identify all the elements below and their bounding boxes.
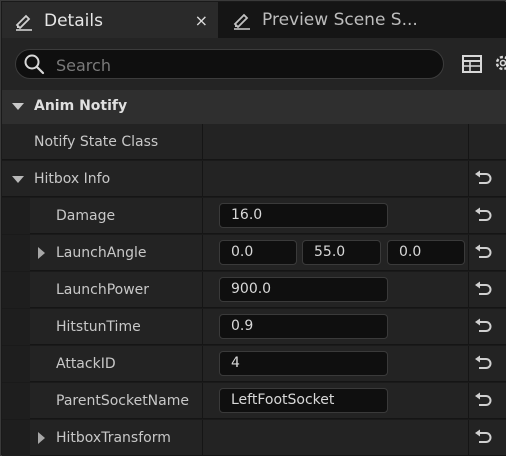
property-label: ParentSocketName [56,393,189,409]
field-value: 0.0 [231,244,254,260]
tab-preview-label: Preview Scene S... [262,10,418,30]
column-divider [468,420,469,456]
property-row-attack-id: AttackID 4 [2,346,506,382]
field-value: 0.0 [399,244,422,260]
column-divider [468,235,469,271]
indent-gutter [2,198,30,234]
reset-to-default-icon[interactable] [473,170,493,188]
reset-to-default-icon[interactable] [473,281,493,299]
category-anim-notify[interactable]: Anim Notify [2,90,506,124]
column-divider [202,420,203,456]
collapse-arrow-icon[interactable] [12,103,24,110]
field-value: 4 [231,355,240,371]
property-grid: Notify State Class Hitbox Info Damage 16… [2,124,506,456]
field-value: 55.0 [314,244,346,260]
indent-gutter [2,235,30,271]
collapse-arrow-icon[interactable] [12,176,24,183]
property-row-hitbox-transform: HitboxTransform [2,420,506,456]
reset-to-default-icon[interactable] [473,392,493,410]
column-divider [468,383,469,419]
field-value: 16.0 [231,207,263,223]
column-divider [468,161,469,197]
indent-gutter [2,420,30,456]
column-divider [468,272,469,308]
search-row [2,38,506,90]
property-label: HitstunTime [56,319,141,335]
reset-to-default-icon[interactable] [473,355,493,373]
pencil-icon [233,13,250,30]
reset-to-default-icon[interactable] [473,207,493,225]
property-label: Damage [56,208,116,224]
category-label: Anim Notify [34,98,128,114]
field-value: 0.9 [231,318,254,334]
column-divider [202,346,203,382]
column-divider [468,198,469,234]
indent-gutter [2,272,30,308]
column-divider [202,198,203,234]
property-label: HitboxTransform [56,430,171,446]
column-divider [202,383,203,419]
column-divider [202,309,203,345]
reset-to-default-icon[interactable] [473,244,493,262]
column-divider [468,124,469,160]
column-divider [202,235,203,271]
column-divider [202,161,203,197]
expand-arrow-icon[interactable] [38,432,45,444]
property-label: AttackID [56,356,116,372]
field-value: 900.0 [231,281,272,297]
reset-to-default-icon[interactable] [473,429,493,447]
tab-preview-scene-settings[interactable]: Preview Scene S... [220,2,506,38]
property-row-hitbox-info[interactable]: Hitbox Info [2,161,506,197]
search-box[interactable] [15,49,444,79]
damage-input[interactable]: 16.0 [219,203,388,228]
launch-power-input[interactable]: 900.0 [219,277,388,302]
tab-bar: Details × Preview Scene S... [2,2,506,38]
property-label: LaunchPower [56,282,150,298]
field-value: LeftFootSocket [231,392,335,408]
launch-angle-x-input[interactable]: 0.0 [219,240,297,265]
pencil-icon [15,14,32,31]
details-panel: Details × Preview Scene S... Search Anim… [0,0,506,456]
launch-angle-y-input[interactable]: 55.0 [302,240,381,265]
gear-icon[interactable] [492,52,506,74]
property-label: Hitbox Info [34,171,111,187]
column-divider [468,309,469,345]
property-row-damage: Damage 16.0 [2,198,506,234]
search-icon [24,54,45,75]
property-label: LaunchAngle [56,245,147,261]
property-row-notify-state-class: Notify State Class [2,124,506,160]
property-label: Notify State Class [34,134,159,150]
hitstun-time-input[interactable]: 0.9 [219,314,388,339]
property-matrix-icon[interactable] [461,53,483,75]
indent-gutter [2,309,30,345]
close-icon[interactable]: × [195,11,208,30]
column-divider [468,346,469,382]
parent-socket-name-input[interactable]: LeftFootSocket [219,388,388,413]
indent-gutter [2,346,30,382]
property-row-launch-power: LaunchPower 900.0 [2,272,506,308]
reset-to-default-icon[interactable] [473,318,493,336]
tab-details[interactable]: Details × [2,2,218,38]
column-divider [202,124,203,160]
tab-details-label: Details [44,11,103,31]
property-row-launch-angle: LaunchAngle 0.0 55.0 0.0 [2,235,506,271]
indent-gutter [2,383,30,419]
property-row-hitstun-time: HitstunTime 0.9 [2,309,506,345]
search-input[interactable] [54,53,438,77]
property-row-parent-socket-name: ParentSocketName LeftFootSocket [2,383,506,419]
column-divider [202,272,203,308]
launch-angle-z-input[interactable]: 0.0 [387,240,465,265]
expand-arrow-icon[interactable] [38,247,45,259]
attack-id-input[interactable]: 4 [219,351,388,376]
